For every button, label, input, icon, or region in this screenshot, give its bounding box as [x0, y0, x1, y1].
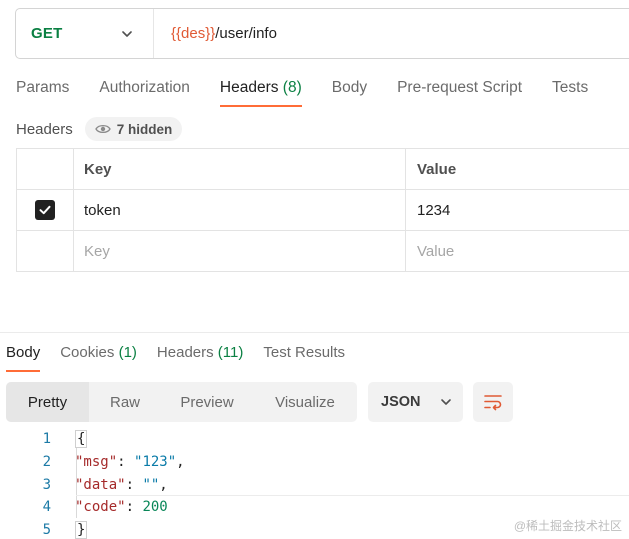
- tab-response-body[interactable]: Body: [6, 343, 41, 372]
- hidden-headers-toggle[interactable]: 7 hidden: [84, 117, 183, 141]
- view-visualize-button[interactable]: Visualize: [253, 382, 357, 422]
- new-value-input[interactable]: Value: [406, 231, 629, 271]
- brace-close: }: [75, 521, 88, 539]
- header-value-cell[interactable]: 1234: [406, 190, 629, 230]
- response-tabs: Body Cookies (1) Headers (11) Test Resul…: [6, 343, 365, 372]
- tab-response-cookies[interactable]: Cookies (1): [60, 343, 137, 363]
- line-number: 2: [42, 454, 51, 471]
- language-label: JSON: [381, 394, 421, 410]
- json-string: "": [142, 476, 160, 493]
- wrap-lines-button[interactable]: [473, 382, 513, 422]
- code-line: 4 "code": 200: [0, 496, 629, 519]
- code-line: 1 {: [0, 428, 629, 451]
- url-path: /user/info: [215, 25, 277, 42]
- table-row-new: Key Value: [17, 231, 629, 272]
- header-check-cell: [17, 149, 74, 189]
- tab-authorization[interactable]: Authorization: [99, 78, 189, 108]
- table-row: token 1234: [17, 190, 629, 231]
- view-preview-button[interactable]: Preview: [161, 382, 253, 422]
- view-mode-switcher: Pretty Raw Preview Visualize: [6, 382, 357, 422]
- language-select[interactable]: JSON: [368, 382, 463, 422]
- url-variable: {{des}}: [171, 25, 216, 42]
- tab-tests[interactable]: Tests: [552, 78, 588, 108]
- code-line: 2 "msg": "123",: [0, 451, 629, 474]
- url-input[interactable]: {{des}}/user/info: [154, 25, 277, 42]
- wrap-lines-icon: [484, 395, 502, 411]
- json-string: "123": [134, 454, 177, 471]
- headers-toolbar: Headers 7 hidden: [16, 117, 183, 141]
- headers-title: Headers: [16, 120, 73, 138]
- line-number: 1: [42, 431, 51, 448]
- json-key: "msg": [75, 454, 118, 471]
- headers-count: (8): [282, 79, 302, 96]
- tab-headers[interactable]: Headers (8): [219, 78, 302, 108]
- brace-open: {: [75, 430, 88, 449]
- line-number: 4: [42, 499, 51, 516]
- tab-response-headers[interactable]: Headers (11): [157, 343, 243, 363]
- url-bar: GET {{des}}/user/info: [15, 8, 629, 59]
- enabled-checkbox[interactable]: [35, 200, 55, 220]
- response-headers-count: (11): [217, 344, 244, 361]
- tab-body[interactable]: Body: [332, 78, 367, 108]
- header-key-cell[interactable]: token: [74, 190, 406, 230]
- tab-pre-request-script[interactable]: Pre-request Script: [397, 78, 522, 108]
- table-header-row: Key Value: [17, 149, 629, 190]
- watermark: @稀土掘金技术社区: [513, 519, 622, 533]
- code-line: 3 "data": "",: [0, 473, 629, 496]
- column-key-header: Key: [74, 149, 406, 189]
- tab-params[interactable]: Params: [16, 78, 69, 108]
- check-icon: [39, 205, 51, 215]
- tab-test-results[interactable]: Test Results: [263, 343, 345, 363]
- json-key: "data": [75, 476, 126, 493]
- line-number: 3: [42, 476, 51, 493]
- view-pretty-button[interactable]: Pretty: [6, 382, 89, 422]
- line-number: 5: [42, 522, 51, 539]
- chevron-down-icon[interactable]: [120, 27, 134, 41]
- eye-icon: [94, 124, 111, 134]
- row-check-cell: [17, 231, 74, 271]
- headers-table: Key Value token 1234 Key Value: [16, 148, 629, 272]
- column-value-header: Value: [417, 160, 457, 178]
- hidden-count: 7 hidden: [116, 121, 173, 137]
- pane-divider[interactable]: [0, 332, 629, 333]
- json-key: "code": [75, 499, 126, 516]
- new-key-input[interactable]: Key: [74, 231, 406, 271]
- row-check-cell: [17, 190, 74, 230]
- json-number: 200: [142, 499, 168, 516]
- cookies-count: (1): [118, 344, 137, 361]
- chevron-down-icon: [440, 399, 451, 405]
- method-label: GET: [31, 25, 63, 42]
- view-raw-button[interactable]: Raw: [89, 382, 161, 422]
- request-tabs: Params Authorization Headers (8) Body Pr…: [16, 78, 618, 108]
